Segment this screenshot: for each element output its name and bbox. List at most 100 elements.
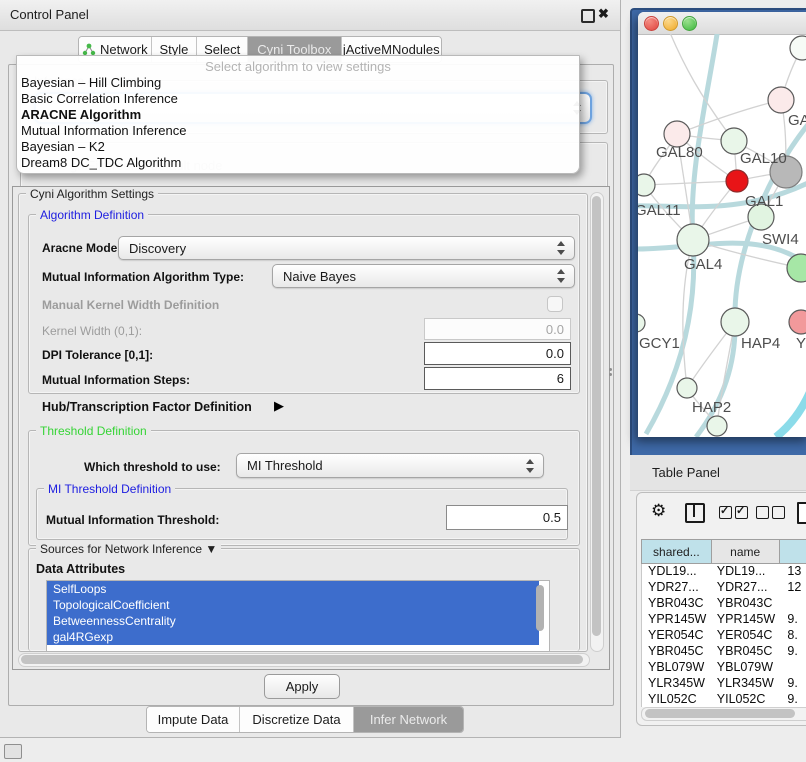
combo-spinner-icon: [557, 241, 565, 255]
table-panel-titlebar: Table Panel: [630, 455, 806, 491]
node-hap4[interactable]: [721, 308, 749, 336]
table-row[interactable]: YBR045CYBR045C9.: [642, 644, 806, 660]
column-header-name[interactable]: name: [712, 539, 780, 564]
network-window-titlebar[interactable]: [638, 12, 806, 35]
gear-icon[interactable]: ⚙: [651, 501, 666, 521]
manual-kernel-width-label: Manual Kernel Width Definition: [42, 298, 219, 312]
table-row[interactable]: YDR27...YDR27...12: [642, 580, 806, 596]
deselect-all-checks-icon[interactable]: [756, 506, 785, 524]
node-label: GAL1: [745, 193, 783, 210]
node-label: GAL11: [638, 202, 681, 219]
cyni-algorithm-settings-title: Cyni Algorithm Settings: [26, 187, 158, 201]
float-window-icon[interactable]: [581, 9, 595, 23]
attribute-item[interactable]: SelfLoops: [47, 581, 539, 597]
combo-spinner-icon: [557, 269, 565, 283]
algorithm-definition-title: Algorithm Definition: [36, 208, 148, 222]
dropdown-item[interactable]: Basic Correlation Inference: [21, 91, 571, 107]
attribute-item[interactable]: TopologicalCoefficient: [47, 597, 539, 613]
apply-button[interactable]: Apply: [264, 674, 340, 699]
list-scrollbar-thumb[interactable]: [536, 585, 544, 631]
aracne-mode-combobox[interactable]: Discovery: [118, 236, 575, 260]
table-header-row: shared... name: [641, 539, 806, 564]
node-label: GAL: [788, 112, 806, 129]
vertical-scrollbar[interactable]: [590, 192, 604, 652]
close-traffic-light-icon[interactable]: [644, 16, 659, 31]
manual-kernel-width-checkbox[interactable]: [547, 296, 563, 312]
dropdown-item[interactable]: Bayesian – Hill Climbing: [21, 75, 571, 91]
node-gal1-red[interactable]: [726, 170, 748, 192]
dropdown-item[interactable]: Bayesian – K2: [21, 139, 571, 155]
network-view-window: GAL GAL80 GAL10 GAL1 GAL11 SWI4 GAL4 GCY…: [638, 12, 806, 437]
minimize-traffic-light-icon[interactable]: [663, 16, 678, 31]
node-hap2[interactable]: [677, 378, 697, 398]
node-gal-pink[interactable]: [768, 87, 794, 113]
table-row[interactable]: YLR345WYLR345W9.: [642, 676, 806, 692]
node-gcy1[interactable]: [638, 314, 645, 332]
select-all-checks-icon[interactable]: [719, 506, 748, 524]
table-toolbar: ⚙: [637, 493, 806, 533]
which-threshold-combobox[interactable]: MI Threshold: [236, 453, 544, 478]
table-horizontal-scrollbar[interactable]: [641, 707, 806, 721]
node-salmon[interactable]: [789, 310, 806, 334]
mi-steps-label: Mutual Information Steps:: [42, 373, 190, 387]
mi-steps-field[interactable]: 6: [424, 367, 571, 390]
table-row[interactable]: YER054CYER054C8.: [642, 628, 806, 644]
mi-threshold-label: Mutual Information Threshold:: [46, 513, 219, 527]
table-panel: ⚙ shared... name YDL19...YDL19...13 YDR2…: [636, 492, 806, 726]
column-selector-icon[interactable]: [685, 503, 705, 523]
combo-spinner-icon: [526, 459, 534, 473]
horizontal-scrollbar[interactable]: [18, 653, 590, 667]
table-horizontal-scrollbar-thumb[interactable]: [645, 709, 795, 718]
node-unlabeled[interactable]: [790, 36, 806, 60]
hub-tf-definition-label: Hub/Transcription Factor Definition: [42, 400, 252, 414]
node-gal11[interactable]: [638, 174, 655, 196]
network-canvas[interactable]: GAL GAL80 GAL10 GAL1 GAL11 SWI4 GAL4 GCY…: [638, 34, 806, 437]
tab-impute-data[interactable]: Impute Data: [147, 707, 240, 732]
minimized-panel-icon[interactable]: [4, 744, 22, 759]
node-bright-green[interactable]: [787, 254, 806, 282]
table-row[interactable]: YBR043CYBR043C: [642, 596, 806, 612]
zoom-traffic-light-icon[interactable]: [682, 16, 697, 31]
dropdown-item[interactable]: Mutual Information Inference: [21, 123, 571, 139]
mi-threshold-field[interactable]: 0.5: [446, 505, 568, 530]
algorithm-dropdown-popup: Select algorithm to view settings Bayesi…: [16, 55, 580, 174]
close-icon[interactable]: ✖: [598, 6, 609, 22]
attribute-item[interactable]: gal4RGexp: [47, 629, 539, 645]
table-body: YDL19...YDL19...13 YDR27...YDR27...12 YB…: [641, 564, 806, 707]
control-panel-titlebar: Control Panel ✖: [0, 0, 620, 31]
node-label: GCY1: [639, 335, 680, 352]
table-row[interactable]: YIL052CYIL052C9.: [642, 692, 806, 707]
dropdown-prompt: Select algorithm to view settings: [17, 59, 579, 74]
node-label: SWI4: [762, 231, 799, 248]
node-label: HAP4: [741, 335, 780, 352]
tab-infer-network[interactable]: Infer Network: [354, 707, 463, 732]
node-label: GAL80: [656, 144, 703, 161]
dpi-tolerance-field[interactable]: 0.0: [424, 342, 571, 365]
which-threshold-label: Which threshold to use:: [84, 460, 221, 474]
control-panel-title: Control Panel: [10, 7, 89, 22]
table-row[interactable]: YBL079WYBL079W: [642, 660, 806, 676]
vertical-scrollbar-thumb[interactable]: [592, 196, 601, 636]
mi-algorithm-type-combobox[interactable]: Naive Bayes: [272, 264, 575, 288]
column-header-shared-name[interactable]: shared...: [641, 539, 712, 564]
node-unlabeled[interactable]: [707, 416, 727, 436]
node-label: GAL10: [740, 150, 787, 167]
mi-threshold-group-title: MI Threshold Definition: [44, 482, 175, 496]
kernel-width-field[interactable]: 0.0: [424, 318, 571, 340]
column-header-partial[interactable]: [780, 539, 806, 564]
kernel-width-label: Kernel Width (0,1):: [42, 324, 142, 338]
edge-cyan: [776, 392, 806, 437]
export-table-icon[interactable]: [797, 502, 806, 524]
attribute-item[interactable]: BetweennessCentrality: [47, 613, 539, 629]
expand-arrow-icon[interactable]: ▶: [274, 398, 284, 414]
dropdown-item-selected[interactable]: ARACNE Algorithm: [21, 107, 571, 123]
table-row[interactable]: YDL19...YDL19...13: [642, 564, 806, 580]
node-gal4[interactable]: [677, 224, 709, 256]
table-row[interactable]: YPR145WYPR145W9.: [642, 612, 806, 628]
node-label: HAP2: [692, 399, 731, 416]
data-attributes-list: SelfLoops TopologicalCoefficient Between…: [46, 580, 550, 652]
dropdown-item[interactable]: Dream8 DC_TDC Algorithm: [21, 155, 571, 171]
horizontal-scrollbar-thumb[interactable]: [21, 655, 583, 664]
tab-discretize-data[interactable]: Discretize Data: [240, 707, 354, 732]
split-pane-grip[interactable]: [609, 368, 613, 380]
